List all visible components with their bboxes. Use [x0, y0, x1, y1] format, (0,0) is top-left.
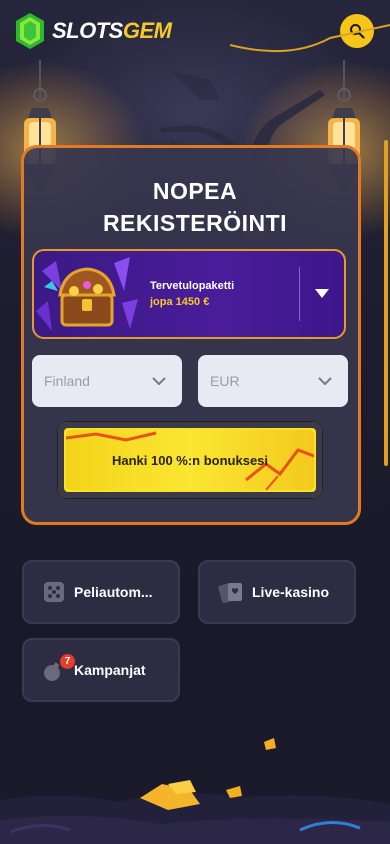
treasure-chest-icon: [34, 251, 144, 337]
decor-swoosh: [230, 24, 390, 53]
bonus-amount: jopa 1450 €: [150, 296, 210, 308]
gem-icon: [16, 13, 44, 49]
country-select[interactable]: Finland: [32, 355, 182, 407]
logo-text-part2: GEM: [122, 18, 172, 43]
scrollbar[interactable]: [384, 140, 388, 466]
registration-title-line2: REKISTERÖINTI: [102, 210, 288, 236]
logo-text: SLOTSGEM: [52, 18, 172, 44]
registration-title-line1: NOPEA: [152, 178, 238, 204]
caret-down-icon: [315, 289, 329, 298]
logo-text-part1: SLOTS: [52, 18, 123, 43]
category-promotions-label: Kampanjat: [74, 662, 146, 678]
cards-icon: [218, 582, 242, 604]
currency-select-value: EUR: [210, 373, 240, 389]
dice-icon: [44, 582, 64, 602]
category-live-casino[interactable]: Live-kasino: [198, 560, 356, 624]
gold-rocks-decor: [0, 738, 390, 844]
currency-select[interactable]: EUR: [198, 355, 348, 407]
bonus-selector[interactable]: Tervetulopaketti jopa 1450 €: [32, 249, 346, 339]
category-live-casino-label: Live-kasino: [252, 584, 330, 600]
chevron-down-icon: [318, 376, 332, 385]
country-select-value: Finland: [44, 373, 90, 389]
get-bonus-button[interactable]: Hanki 100 %:n bonuksesi: [58, 422, 322, 498]
registration-title: NOPEA REKISTERÖINTI: [0, 175, 390, 239]
category-slots-label: Peliautom...: [74, 584, 153, 600]
logo[interactable]: SLOTSGEM: [16, 13, 172, 49]
bonus-dropdown-caret[interactable]: [300, 289, 344, 299]
promotions-count-badge: 7: [60, 654, 75, 669]
category-slots[interactable]: Peliautom...: [22, 560, 180, 624]
category-promotions[interactable]: 7 Kampanjat: [22, 638, 180, 702]
chevron-down-icon: [152, 376, 166, 385]
get-bonus-label: Hanki 100 %:n bonuksesi: [111, 452, 269, 468]
bonus-title: Tervetulopaketti: [150, 280, 235, 292]
